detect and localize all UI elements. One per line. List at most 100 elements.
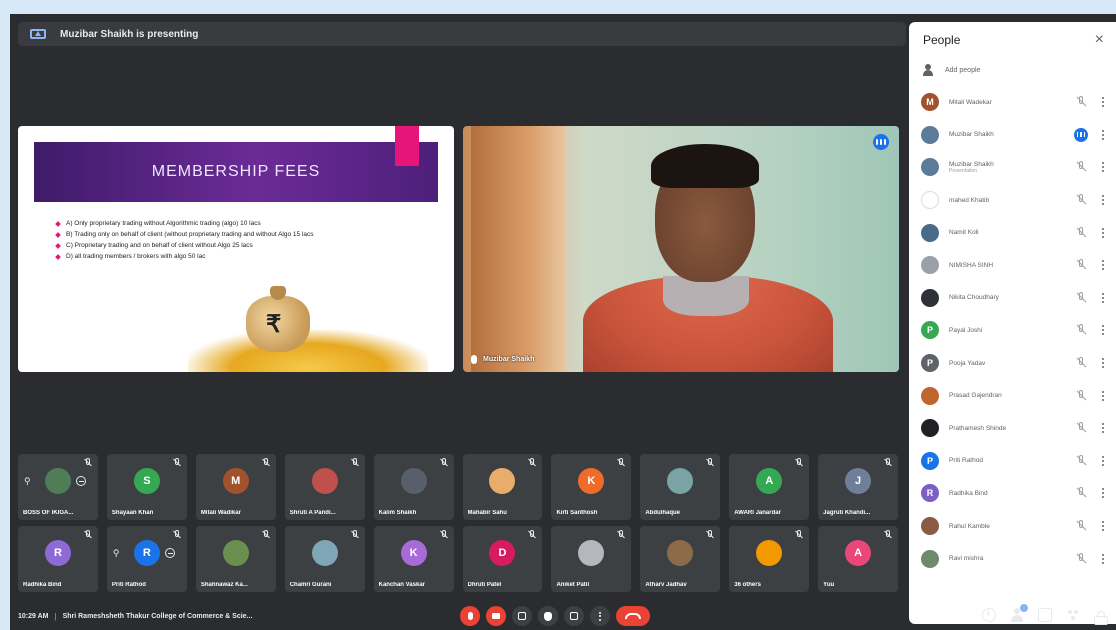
mic-off-icon	[883, 458, 893, 468]
more-vert-icon[interactable]	[1100, 358, 1106, 369]
more-vert-icon[interactable]	[1100, 423, 1106, 434]
mic-off-icon[interactable]	[1074, 552, 1088, 566]
more-vert-icon[interactable]	[1100, 129, 1106, 140]
more-vert-icon[interactable]	[1100, 390, 1106, 401]
participant-list-item[interactable]: Rahul Kamble	[909, 510, 1116, 543]
participant-tile[interactable]: K Kirti Santhosh	[551, 454, 632, 520]
present-button[interactable]	[564, 606, 584, 626]
participant-list-item[interactable]: P Pooja Yadav	[909, 347, 1116, 380]
participant-tile[interactable]: S Shayaan Khan	[106, 454, 187, 520]
activities-icon[interactable]	[1066, 608, 1080, 622]
more-vert-icon[interactable]	[1100, 292, 1106, 303]
participant-list-item[interactable]: P Payal Joshi	[909, 314, 1116, 347]
participant-list-item[interactable]: Prasad Gajendran	[909, 379, 1116, 412]
participant-tile[interactable]: A Yuu	[818, 526, 899, 592]
remove-icon[interactable]	[75, 476, 86, 486]
participant-list-item[interactable]: Muzibar Shaikh Presentation	[909, 151, 1116, 184]
participant-list-item[interactable]: R Radhika Bind	[909, 477, 1116, 510]
mic-off-icon[interactable]	[1074, 389, 1088, 403]
more-vert-icon[interactable]	[1100, 227, 1106, 238]
mic-off-icon[interactable]	[1074, 421, 1088, 435]
mic-off-icon	[172, 530, 182, 540]
money-bag-image: ₹	[246, 286, 310, 352]
presenting-text: Muzibar Shaikh is presenting	[60, 28, 199, 40]
participant-tile[interactable]: ⚲ BOSS OF IKIGA...	[18, 454, 98, 520]
mic-off-icon[interactable]	[1074, 486, 1088, 500]
participant-tile[interactable]: K Kanchan Vaskar	[373, 526, 454, 592]
participant-info: Nikita Choudhary	[949, 294, 1074, 301]
presentation-tile[interactable]: MEMBERSHIP FEES A) Only proprietary trad…	[18, 126, 454, 372]
participant-tile[interactable]: J Jagruti Khandi...	[818, 454, 899, 520]
participant-tile[interactable]: ⚲ R Priti Rathod	[106, 526, 187, 592]
more-vert-icon[interactable]	[1100, 455, 1106, 466]
participant-tile[interactable]: M Mitali Wadikar	[195, 454, 276, 520]
mic-off-icon	[705, 458, 715, 468]
participant-name: Shahnawaz Ka...	[200, 582, 248, 588]
host-controls-icon[interactable]	[1094, 610, 1108, 625]
presenter-video-tile[interactable]: Muzibar Shaikh	[463, 126, 899, 372]
participant-list-item[interactable]: Muzibar Shaikh	[909, 119, 1116, 152]
participant-list-item[interactable]: Namit Koli	[909, 216, 1116, 249]
add-person-icon	[923, 64, 937, 76]
mic-off-icon[interactable]	[1074, 258, 1088, 272]
participant-tile[interactable]: Kalim Shaikh	[373, 454, 454, 520]
participant-tile[interactable]: Chamri Gurani	[284, 526, 365, 592]
participant-list-item[interactable]: M Mitali Wadekar	[909, 86, 1116, 119]
participant-list-item[interactable]: mahed Khatib	[909, 184, 1116, 217]
remove-icon[interactable]	[164, 548, 175, 558]
more-vert-icon[interactable]	[1100, 488, 1106, 499]
more-vert-icon[interactable]	[1100, 325, 1106, 336]
more-options-button[interactable]	[590, 606, 610, 626]
participant-tile[interactable]: Atharv Jadhav	[640, 526, 721, 592]
more-vert-icon[interactable]	[1100, 260, 1106, 271]
more-vert-icon[interactable]	[1100, 553, 1106, 564]
pin-icon[interactable]: ⚲	[113, 548, 123, 558]
participant-info: Mitali Wadekar	[949, 99, 1074, 106]
chat-icon[interactable]	[1038, 608, 1052, 622]
mic-off-icon[interactable]	[1074, 95, 1088, 109]
more-vert-icon[interactable]	[1100, 521, 1106, 532]
participant-list-item[interactable]: P Priti Rathod	[909, 445, 1116, 478]
participant-name: Kalim Shaikh	[378, 510, 417, 516]
participant-list-item[interactable]: Nikita Choudhary	[909, 282, 1116, 315]
close-icon[interactable]: ×	[1095, 31, 1104, 49]
mic-toggle-button[interactable]	[460, 606, 480, 626]
participant-tile[interactable]: Shruti A Pandi...	[284, 454, 365, 520]
more-vert-icon[interactable]	[1100, 195, 1106, 206]
mic-off-icon[interactable]	[1074, 160, 1088, 174]
participant-tile[interactable]: Mahabir Sahu	[462, 454, 543, 520]
add-people-button[interactable]: Add people	[909, 58, 1116, 82]
participant-tile[interactable]: A AWARI Janardar	[729, 454, 810, 520]
more-vert-icon[interactable]	[1100, 97, 1106, 108]
people-icon[interactable]	[1010, 604, 1028, 622]
participant-list-item[interactable]: Prathamesh Shinde	[909, 412, 1116, 445]
participant-info: Muzibar Shaikh	[949, 131, 1074, 138]
pin-icon[interactable]: ⚲	[24, 476, 34, 486]
participant-tile[interactable]: Shahnawaz Ka...	[195, 526, 276, 592]
participant-list-item[interactable]: Ravi mishra	[909, 542, 1116, 575]
mic-off-icon[interactable]	[1074, 356, 1088, 370]
mic-off-icon[interactable]	[1074, 454, 1088, 468]
avatar	[921, 288, 939, 307]
leave-call-button[interactable]	[616, 606, 650, 626]
camera-off-icon	[492, 613, 500, 619]
mic-off-icon[interactable]	[1074, 193, 1088, 207]
camera-toggle-button[interactable]	[486, 606, 506, 626]
participant-list-item[interactable]: NIMISHA SINH	[909, 249, 1116, 282]
participant-tile[interactable]: D Dhruti Patel	[462, 526, 543, 592]
slide-bullet: A) Only proprietary trading without Algo…	[55, 220, 426, 228]
participant-name: Muzibar Shaikh	[949, 131, 994, 139]
avatar: M	[921, 93, 939, 112]
participant-tile[interactable]: 36 others	[729, 526, 810, 592]
mic-off-icon[interactable]	[1074, 226, 1088, 240]
participant-tile[interactable]: Aniket Patil	[551, 526, 632, 592]
raise-hand-button[interactable]	[538, 606, 558, 626]
captions-button[interactable]	[512, 606, 532, 626]
info-icon[interactable]	[982, 608, 996, 622]
mic-off-icon[interactable]	[1074, 323, 1088, 337]
participant-tile[interactable]: Abdulhaque	[640, 454, 721, 520]
mic-off-icon[interactable]	[1074, 519, 1088, 533]
participant-tile[interactable]: R Radhika Bind	[18, 526, 98, 592]
mic-off-icon[interactable]	[1074, 291, 1088, 305]
more-vert-icon[interactable]	[1100, 162, 1106, 173]
